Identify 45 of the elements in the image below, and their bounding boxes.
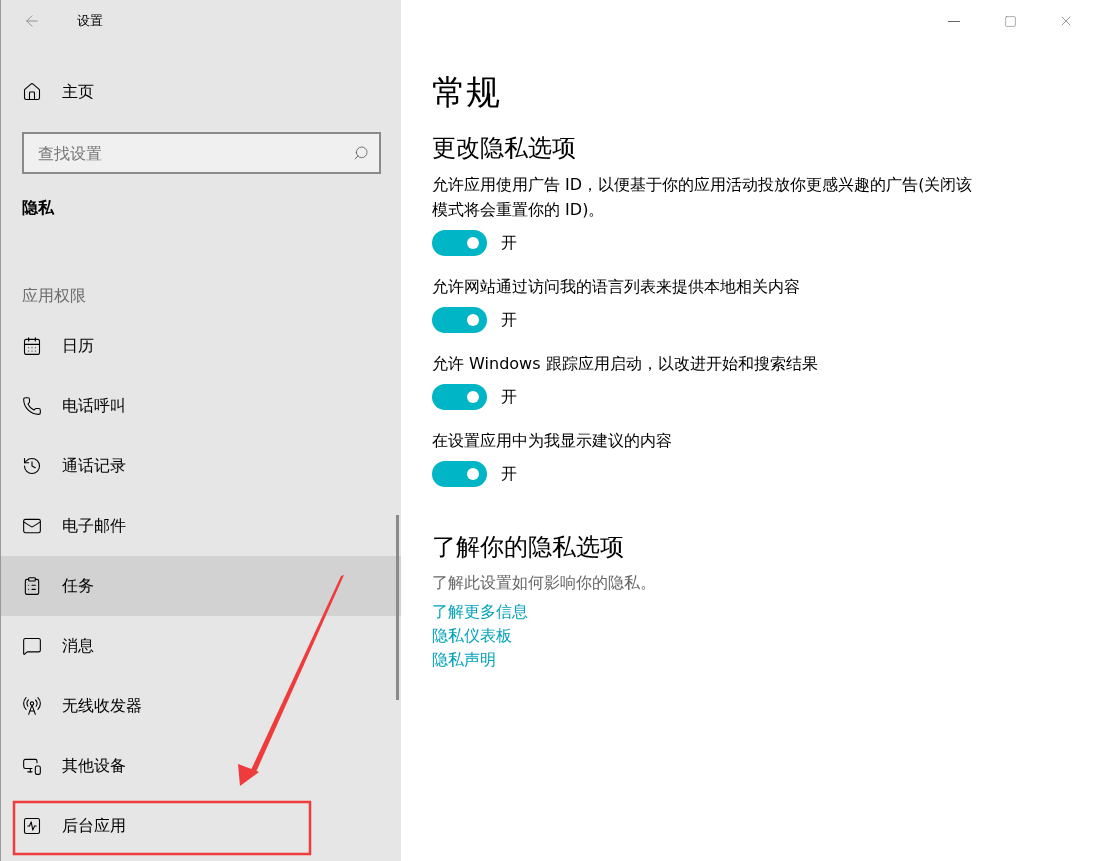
sidebar-item[interactable]: 消息 (1, 616, 401, 676)
toggle-state-label: 开 (501, 386, 517, 408)
toggle-switch[interactable] (432, 384, 487, 410)
sidebar-item[interactable]: 通话记录 (1, 436, 401, 496)
section-title: 更改隐私选项 (432, 133, 577, 164)
home-nav-item[interactable]: 主页 (1, 62, 401, 122)
sidebar-item[interactable]: 日历 (1, 316, 401, 376)
option-description: 在设置应用中为我显示建议的内容 (432, 430, 673, 452)
minimize-icon (948, 20, 960, 22)
search-icon (353, 145, 369, 161)
envelope-icon (22, 516, 42, 536)
window-title: 设置 (77, 12, 103, 30)
maximize-icon (1003, 14, 1017, 28)
sidebar-item[interactable]: 任务 (1, 556, 401, 616)
toggle-state-label: 开 (501, 309, 517, 331)
page-title: 常规 (432, 71, 501, 114)
section-title: 了解你的隐私选项 (432, 532, 625, 563)
back-button[interactable] (23, 12, 41, 30)
toggle-state-label: 开 (501, 232, 517, 254)
category-label: 应用权限 (21, 285, 87, 307)
devices-icon (22, 756, 42, 776)
sidebar-item[interactable]: 电子邮件 (1, 496, 401, 556)
option-description: 允许 Windows 跟踪应用启动，以改进开始和搜索结果 (432, 353, 819, 375)
toggle-switch[interactable] (432, 461, 487, 487)
sidebar-item[interactable]: 无线收发器 (1, 676, 401, 736)
search-field[interactable]: 查找设置 (22, 132, 381, 174)
phone-icon (22, 396, 42, 416)
pulse-chart-icon (22, 816, 42, 836)
speech-bubble-icon (22, 636, 42, 656)
toggle-switch[interactable] (432, 230, 487, 256)
home-icon (22, 82, 42, 102)
calendar-icon (22, 336, 42, 356)
clipboard-icon (22, 576, 42, 596)
sidebar-item[interactable]: 其他设备 (1, 736, 401, 796)
info-text: 了解此设置如何影响你的隐私。 (432, 573, 657, 594)
toggle-switch[interactable] (432, 307, 487, 333)
option-description: 允许网站通过访问我的语言列表来提供本地相关内容 (432, 276, 801, 298)
option-description: 允许应用使用广告 ID，以便基于你的应用活动投放你更感兴趣的广告(关闭该模式将会重置你的 ID)。 (432, 174, 974, 221)
sidebar-item[interactable]: 电话呼叫 (1, 376, 401, 436)
toggle-state-label: 开 (501, 463, 517, 485)
section-heading: 隐私 (21, 197, 55, 219)
sidebar-item[interactable]: 后台应用 (1, 796, 401, 856)
clock-history-icon (22, 456, 42, 476)
scrollbar-thumb[interactable] (396, 515, 399, 700)
antenna-icon (22, 696, 42, 716)
